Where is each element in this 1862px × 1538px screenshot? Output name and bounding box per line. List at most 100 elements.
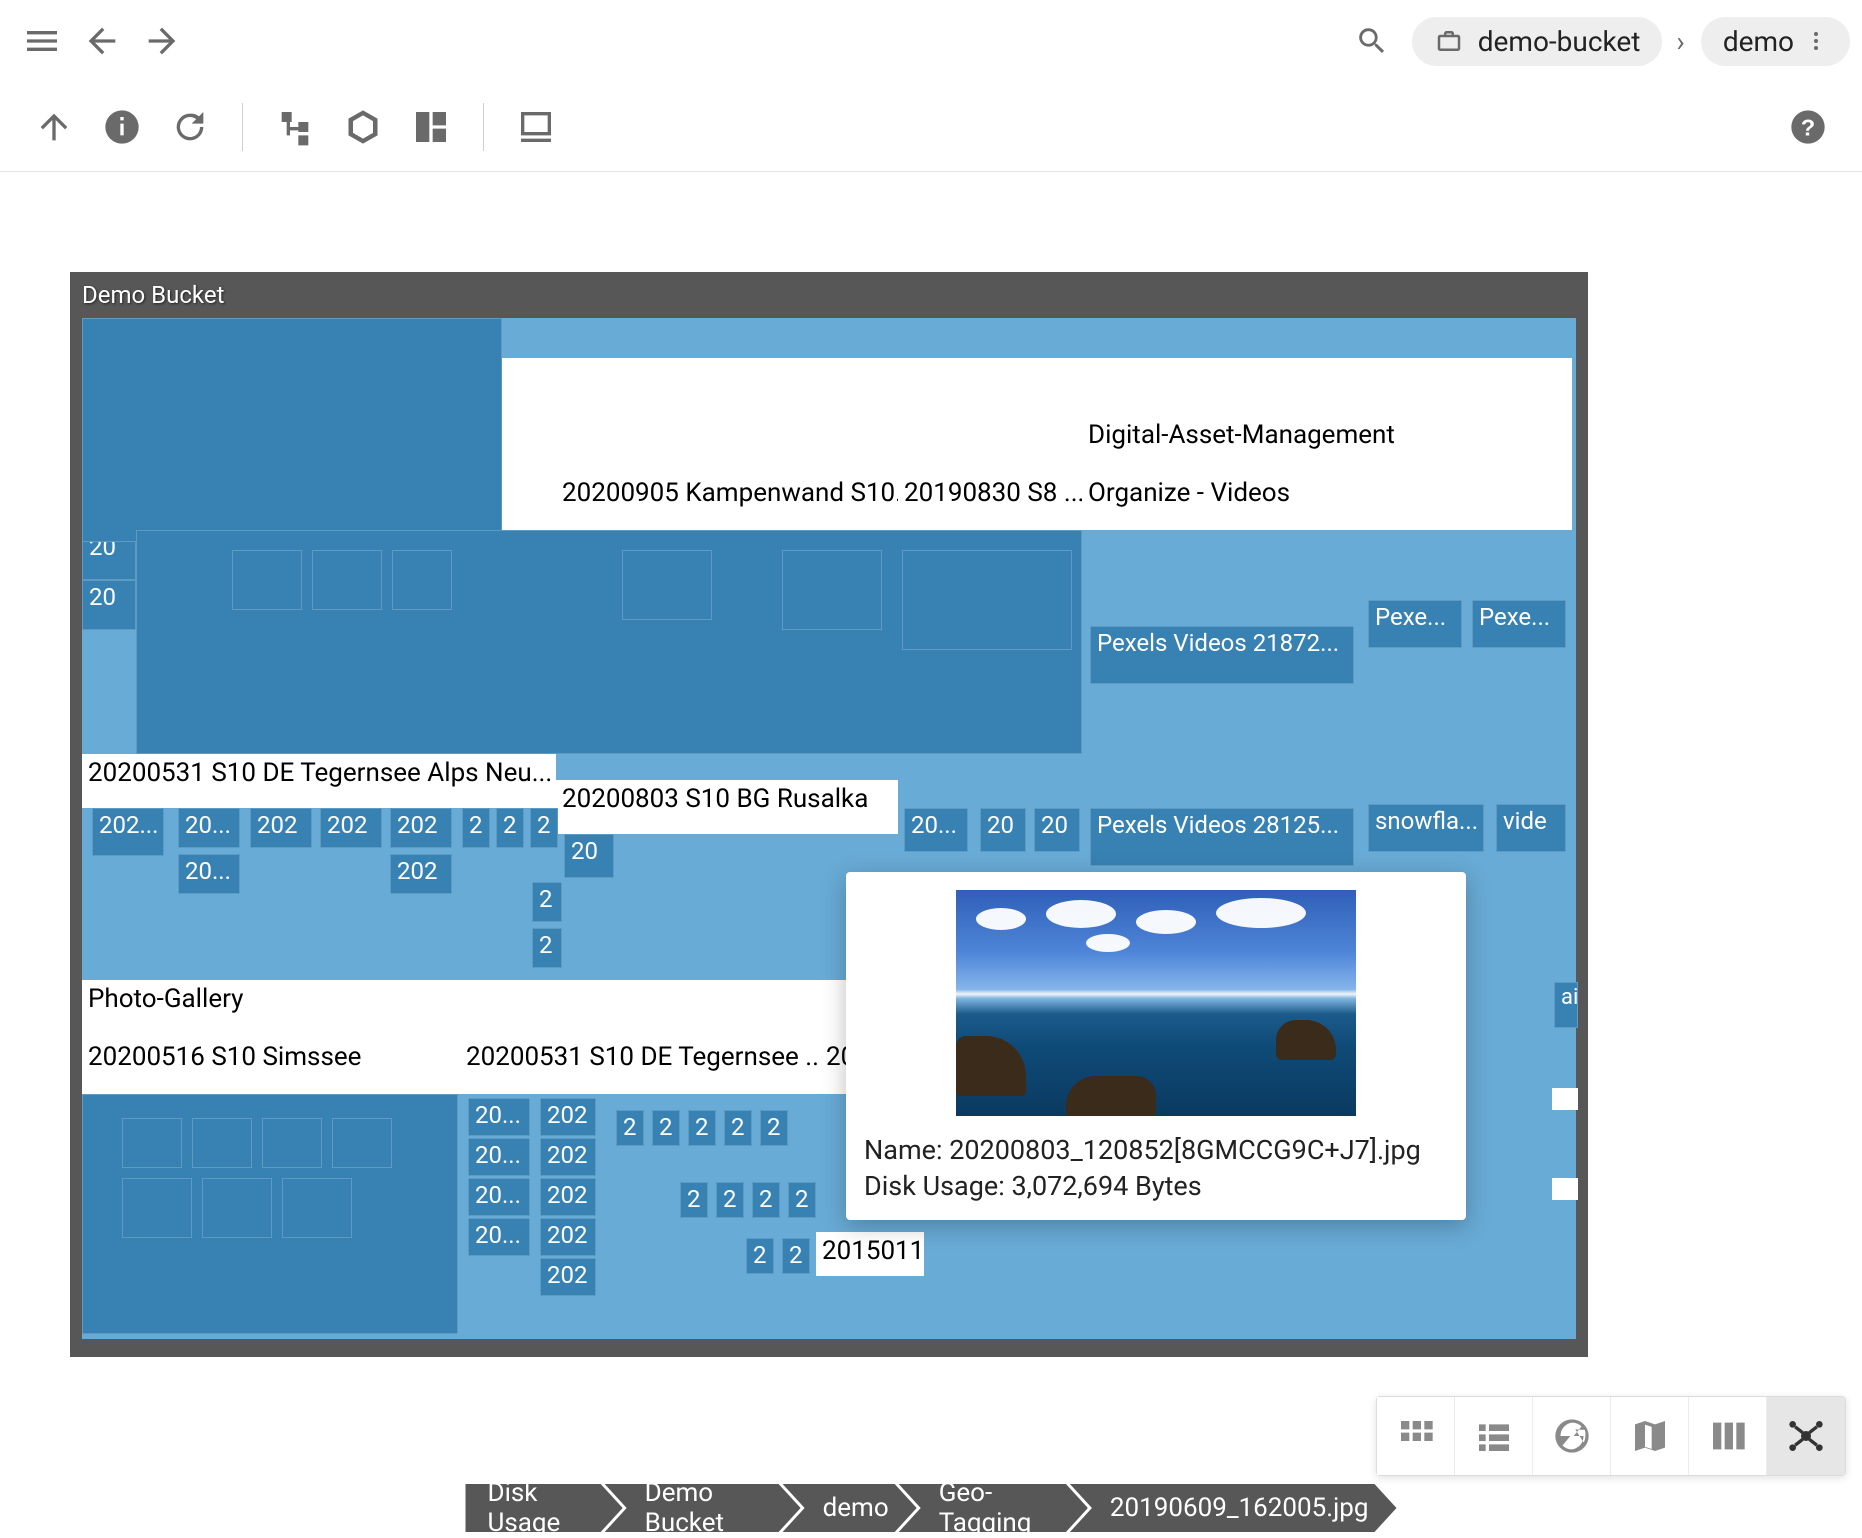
tile[interactable]: 2 xyxy=(788,1182,816,1218)
view-switcher xyxy=(1376,1396,1846,1476)
aperture-icon xyxy=(1552,1416,1592,1456)
tile[interactable]: 202 xyxy=(540,1098,596,1136)
tile[interactable]: 20... xyxy=(468,1178,530,1216)
tile[interactable]: 20 xyxy=(980,808,1026,852)
tile[interactable]: 20... xyxy=(178,854,240,894)
columns-icon xyxy=(1708,1416,1748,1456)
tile[interactable]: 202 xyxy=(540,1218,596,1256)
label-kampenwand[interactable]: 20200905 Kampenwand S10... xyxy=(556,474,898,530)
tile[interactable]: 2 xyxy=(532,882,562,922)
tile[interactable]: 20... xyxy=(468,1098,530,1136)
svg-text:?: ? xyxy=(1801,114,1815,140)
back-button[interactable] xyxy=(72,11,132,71)
forward-button[interactable] xyxy=(132,11,192,71)
tile-pexe1[interactable]: Pexe... xyxy=(1368,600,1462,648)
tree-icon xyxy=(275,107,315,147)
tile[interactable]: 20... xyxy=(468,1138,530,1176)
tile-pexels-21872[interactable]: Pexels Videos 21872... xyxy=(1090,626,1354,684)
label-s8-2019[interactable]: 20190830 S8 ... xyxy=(898,474,1082,530)
label-photo-gallery[interactable]: Photo-Gallery xyxy=(82,980,928,1038)
fullscreen-icon xyxy=(516,107,556,147)
search-icon xyxy=(1355,24,1389,58)
arrow-right-icon xyxy=(142,21,182,61)
tile[interactable]: 20... xyxy=(468,1218,530,1256)
tile[interactable]: 202 xyxy=(320,808,382,848)
tile-vide[interactable]: vide xyxy=(1496,804,1566,852)
fullscreen-button[interactable] xyxy=(508,99,564,155)
upload-button[interactable] xyxy=(26,99,82,155)
label-rusalka[interactable]: 20200803 S10 BG Rusalka xyxy=(556,780,898,834)
view-grid-button[interactable] xyxy=(1377,1397,1455,1475)
tile[interactable]: 202 xyxy=(540,1178,596,1216)
breadcrumb-seg[interactable]: Disk Usage xyxy=(466,1484,623,1532)
label-dam[interactable]: Digital-Asset-Management xyxy=(1082,416,1572,474)
tile-pexels-28125a[interactable]: Pexels Videos 28125... xyxy=(1090,808,1354,866)
breadcrumb-seg[interactable]: demo xyxy=(783,1484,917,1532)
tooltip-disk-value: 3,072,694 Bytes xyxy=(1011,1170,1201,1202)
tile[interactable]: 202 xyxy=(390,854,452,894)
breadcrumb-current-chip[interactable]: demo xyxy=(1701,17,1850,66)
layout-button[interactable] xyxy=(403,99,459,155)
tile[interactable]: 20 xyxy=(564,834,614,878)
more-icon[interactable] xyxy=(1804,29,1828,53)
rotate-button[interactable] xyxy=(162,99,218,155)
tooltip: Name: 20200803_120852[8GMCCG9C+J7].jpg D… xyxy=(846,872,1466,1220)
tile[interactable]: 2 xyxy=(532,928,562,968)
polygon-icon xyxy=(343,107,383,147)
briefcase-icon xyxy=(1434,26,1464,56)
tile[interactable]: 2 xyxy=(462,808,490,848)
menu-icon xyxy=(22,21,62,61)
search-button[interactable] xyxy=(1342,11,1402,71)
aperture-button[interactable] xyxy=(335,99,391,155)
view-list-button[interactable] xyxy=(1455,1397,1533,1475)
tile[interactable]: 2 xyxy=(652,1110,680,1146)
tile[interactable]: 202... xyxy=(92,808,164,856)
tile[interactable]: 2 xyxy=(680,1182,708,1218)
menu-button[interactable] xyxy=(12,11,72,71)
view-map-button[interactable] xyxy=(1611,1397,1689,1475)
tile[interactable]: 2 xyxy=(782,1238,810,1274)
tile[interactable]: 20 xyxy=(82,580,136,630)
label-2015011[interactable]: 2015011 xyxy=(816,1232,924,1276)
breadcrumb-seg[interactable]: Demo Bucket xyxy=(605,1484,801,1532)
tooltip-name-value: 20200803_120852[8GMCCG9C+J7].jpg xyxy=(949,1134,1421,1166)
help-icon: ? xyxy=(1788,107,1828,147)
tree-button[interactable] xyxy=(267,99,323,155)
tile-pexe2[interactable]: Pexe... xyxy=(1472,600,1566,648)
help-button[interactable]: ? xyxy=(1780,99,1836,155)
tile[interactable]: 20... xyxy=(904,808,968,852)
tile-ai[interactable]: ai xyxy=(1554,982,1578,1028)
breadcrumb-seg[interactable]: 20190609_162005.jpg xyxy=(1070,1484,1397,1532)
label-tegernsee1[interactable]: 20200531 S10 DE Tegernsee Alps Neu... xyxy=(82,754,556,808)
arrow-left-icon xyxy=(82,21,122,61)
tile[interactable]: 202 xyxy=(540,1258,596,1296)
label-simssee2[interactable]: 20200516 S10 Simssee xyxy=(82,1038,460,1094)
dashboard-icon xyxy=(411,107,451,147)
tile[interactable]: 2 xyxy=(496,808,524,848)
tile[interactable]: 2 xyxy=(688,1110,716,1146)
tile[interactable]: 2 xyxy=(746,1238,774,1274)
treemap-title: Demo Bucket xyxy=(78,280,1580,310)
tile[interactable]: 2 xyxy=(760,1110,788,1146)
breadcrumb-bucket-chip[interactable]: demo-bucket xyxy=(1412,17,1663,66)
tile[interactable]: 202 xyxy=(540,1138,596,1176)
label-organize-videos[interactable]: Organize - Videos xyxy=(1082,474,1572,530)
view-aperture-button[interactable] xyxy=(1533,1397,1611,1475)
tooltip-name-label: Name: xyxy=(864,1134,949,1166)
tile[interactable]: 2 xyxy=(752,1182,780,1218)
tile-snowfla[interactable]: snowfla... xyxy=(1368,804,1484,852)
view-graph-button[interactable] xyxy=(1767,1397,1845,1475)
tile[interactable]: 20 xyxy=(1034,808,1080,852)
tile[interactable]: 2 xyxy=(616,1110,644,1146)
breadcrumb-seg[interactable]: Geo-Tagging xyxy=(899,1484,1088,1532)
tile[interactable]: 2 xyxy=(716,1182,744,1218)
tile[interactable]: 2 xyxy=(724,1110,752,1146)
tile[interactable]: 202 xyxy=(390,808,452,848)
tile[interactable]: 20... xyxy=(178,808,240,848)
bottom-breadcrumb: Disk Usage Demo Bucket demo Geo-Tagging … xyxy=(466,1484,1397,1532)
label-tegernsee2[interactable]: 20200531 S10 DE Tegernsee ... xyxy=(460,1038,820,1094)
view-columns-button[interactable] xyxy=(1689,1397,1767,1475)
tile[interactable]: 202 xyxy=(250,808,312,848)
tile[interactable]: 2 xyxy=(530,808,558,848)
info-button[interactable] xyxy=(94,99,150,155)
